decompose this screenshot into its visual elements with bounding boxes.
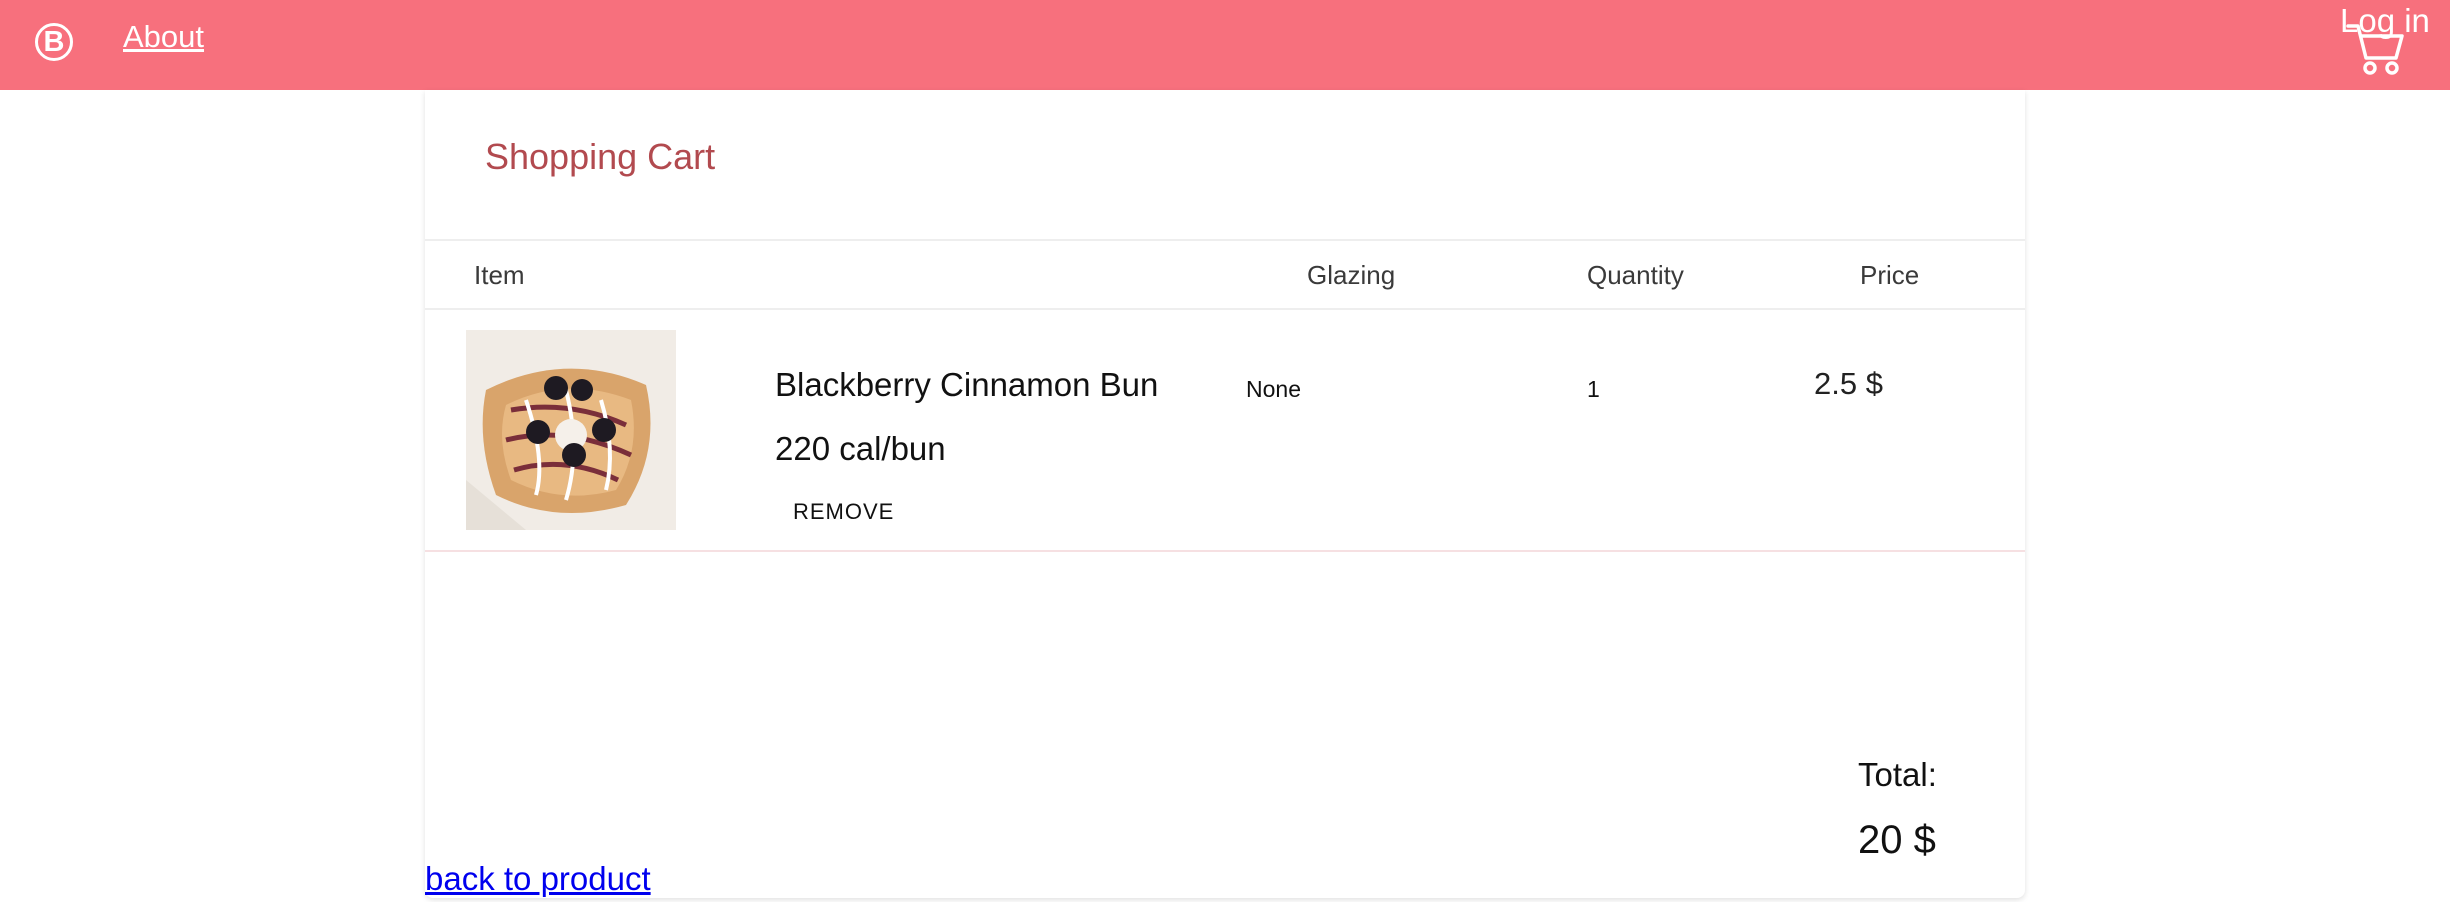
column-header-quantity: Quantity bbox=[1587, 260, 1684, 290]
item-calories: 220 cal/bun bbox=[775, 430, 946, 467]
divider bbox=[425, 239, 2025, 241]
item-price: 2.5 $ bbox=[1814, 366, 1883, 401]
remove-button[interactable]: REMOVE bbox=[775, 493, 912, 531]
shopping-cart-icon[interactable] bbox=[2344, 18, 2406, 80]
cart-panel: Shopping Cart Item Glazing Quantity Pric… bbox=[425, 90, 2025, 898]
total-value: 20 $ bbox=[1858, 818, 1936, 862]
top-navbar: B About Log in bbox=[0, 0, 2450, 90]
item-quantity: 1 bbox=[1587, 376, 1600, 402]
back-to-product-link[interactable]: back to product bbox=[425, 860, 651, 898]
item-name: Blackberry Cinnamon Bun bbox=[775, 366, 1159, 403]
page-title: Shopping Cart bbox=[485, 136, 716, 177]
total-label: Total: bbox=[1858, 756, 1937, 793]
brand-logo[interactable]: B bbox=[35, 23, 73, 61]
product-image bbox=[466, 330, 676, 530]
item-glazing: None bbox=[1246, 376, 1301, 402]
column-header-price: Price bbox=[1860, 260, 1920, 290]
divider bbox=[425, 308, 2025, 310]
about-link[interactable]: About bbox=[123, 19, 204, 55]
column-header-item: Item bbox=[474, 260, 525, 290]
divider bbox=[425, 550, 2025, 552]
column-header-glazing: Glazing bbox=[1307, 260, 1396, 290]
